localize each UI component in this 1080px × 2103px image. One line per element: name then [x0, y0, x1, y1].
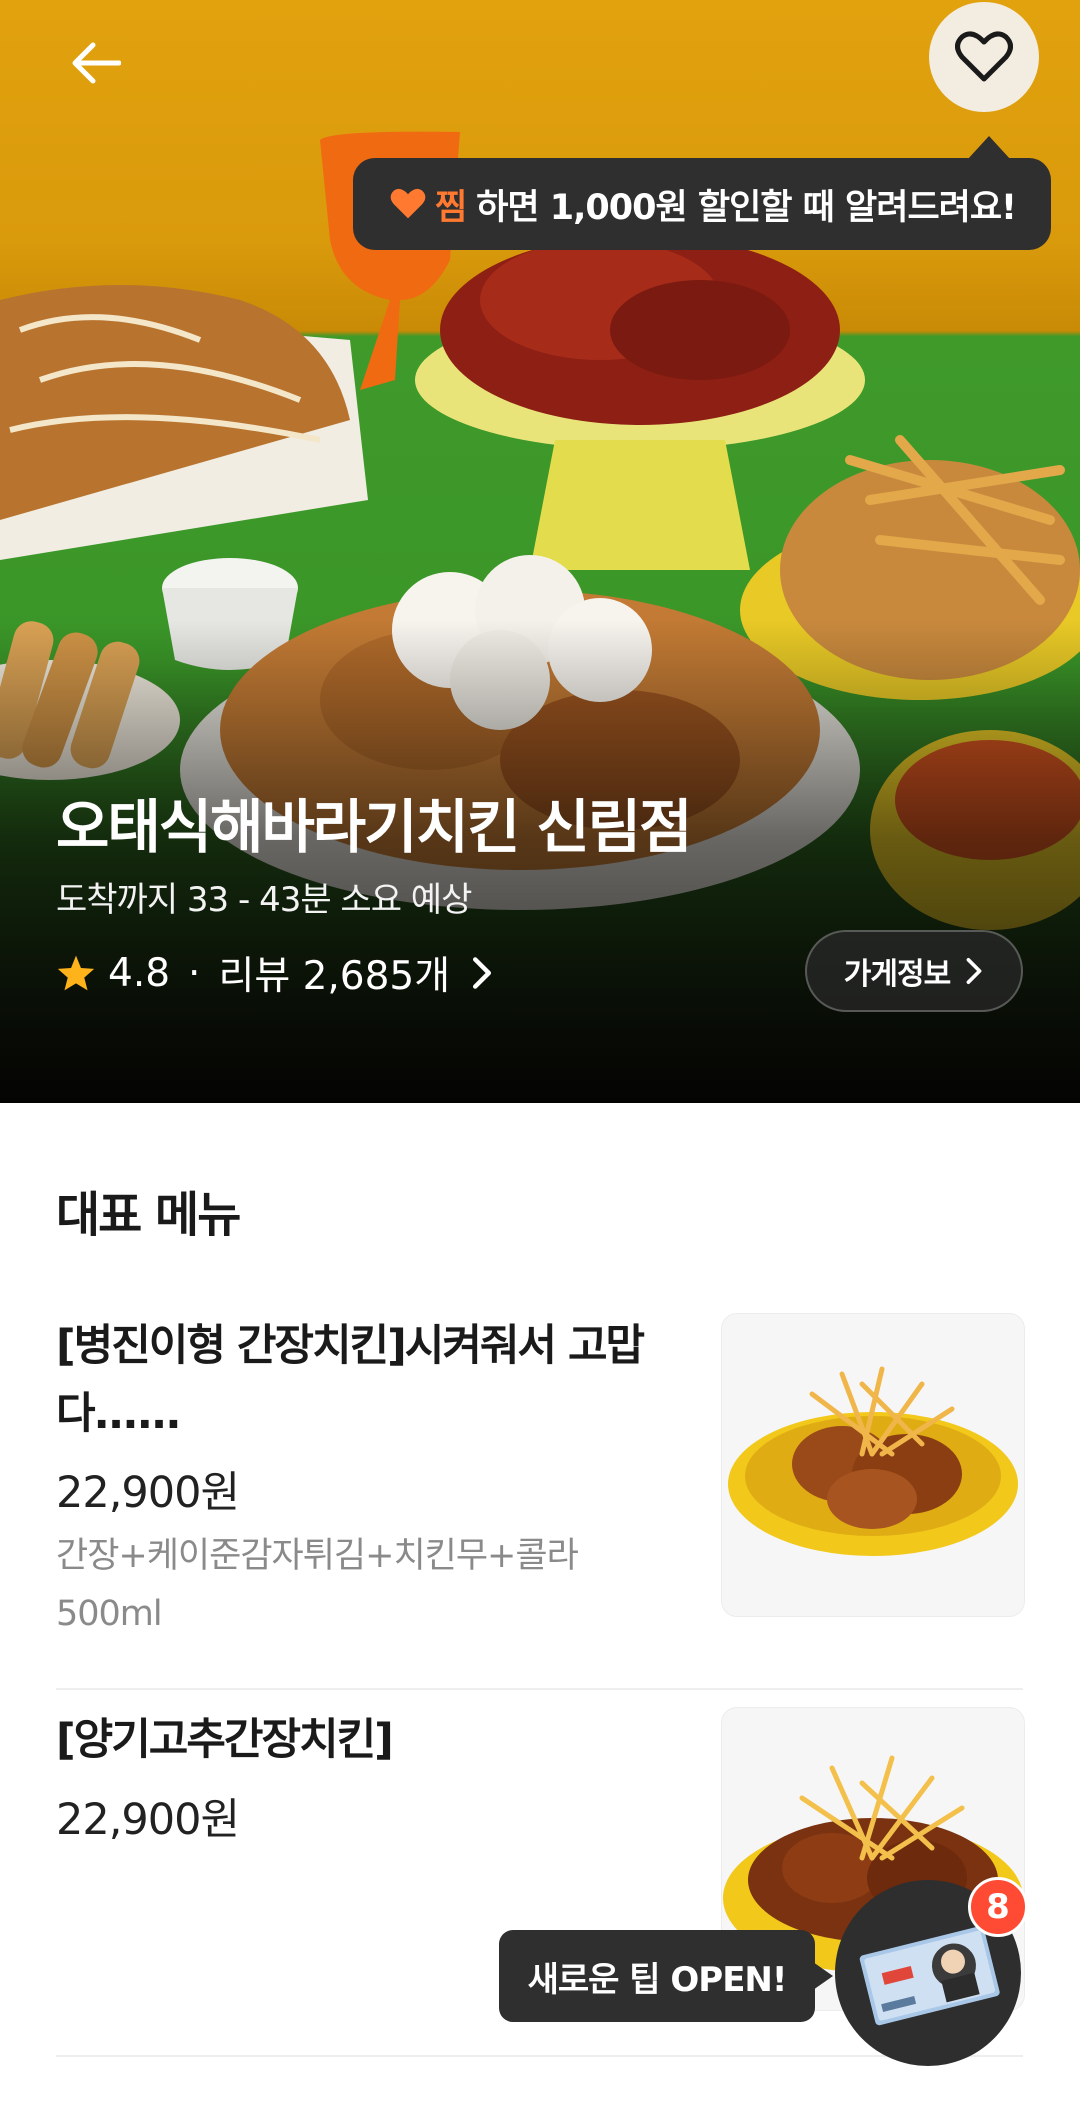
- chevron-right-icon: [966, 957, 982, 985]
- rating-value: 4.8: [108, 950, 171, 996]
- menu-item-price: 22,900원: [56, 1795, 240, 1845]
- divider: [56, 1688, 1023, 1690]
- arrow-left-icon: [72, 42, 121, 84]
- chevron-right-icon: [473, 957, 492, 989]
- favorite-tooltip: 찜 하면 1,000원 할인할 때 알려드려요!: [353, 136, 1051, 250]
- store-info-label: 가게정보: [843, 957, 951, 992]
- rating-review-link[interactable]: 4.8 · 리뷰 2,685개: [56, 945, 496, 1001]
- tooltip-text: 하면 1,000원 할인할 때 알려드려요!: [476, 187, 1017, 228]
- chicken-fries-image: [728, 1366, 1018, 1556]
- store-info-button[interactable]: 가게정보: [805, 930, 1023, 1012]
- delivery-eta: 도착까지 33 - 43분 소요 예상: [56, 880, 472, 920]
- menu-item-description: 간장+케이준감자튀김+치킨무+콜라 500ml: [56, 1536, 579, 1634]
- divider: [56, 2055, 1023, 2057]
- section-title-featured: 대표 메뉴: [56, 1187, 241, 1243]
- menu-item-name[interactable]: [병진이형 간장치킨]시켜줘서 고맙다......: [56, 1312, 696, 1448]
- review-count: 리뷰 2,685개: [218, 954, 451, 999]
- separator-dot: ·: [188, 950, 201, 996]
- back-button[interactable]: [60, 28, 130, 98]
- favorite-button[interactable]: [929, 2, 1039, 112]
- heart-outline-icon: [955, 31, 1013, 82]
- heart-filled-icon: [390, 188, 426, 219]
- menu-item-image[interactable]: [721, 1313, 1025, 1617]
- menu-item-price: 22,900원: [56, 1468, 240, 1518]
- star-icon: [57, 955, 95, 991]
- store-name: 오태식해바라기치킨 신림점: [56, 793, 693, 861]
- notification-badge: 8: [968, 1877, 1028, 1937]
- tooltip-highlight: 찜: [435, 187, 467, 228]
- menu-item-name[interactable]: [양기고추간장치킨]: [56, 1706, 696, 1774]
- new-tip-banner[interactable]: 새로운 팁 OPEN!: [499, 1930, 833, 2022]
